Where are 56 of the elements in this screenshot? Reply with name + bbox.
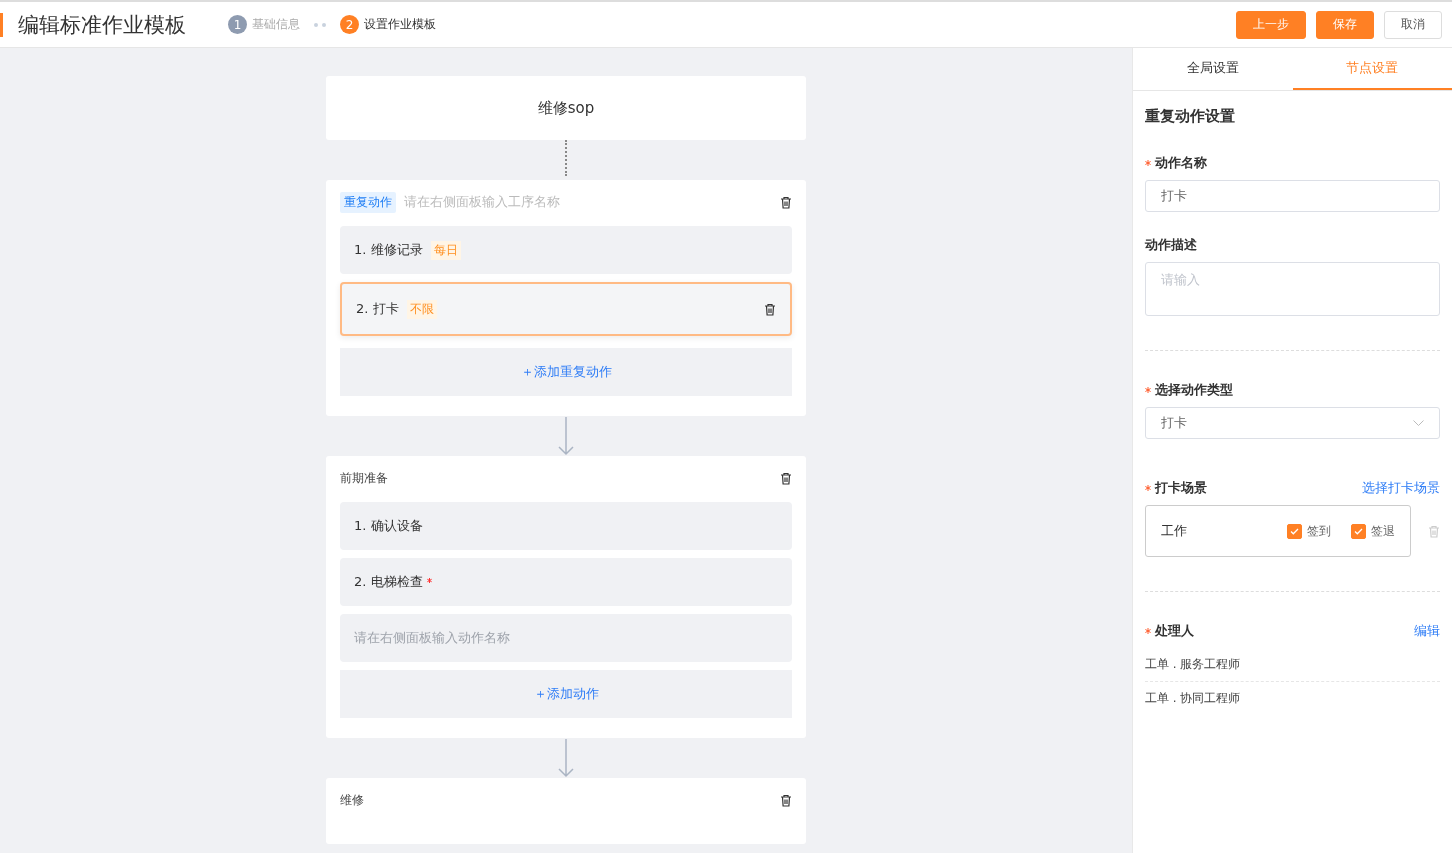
delete-icon[interactable] — [780, 195, 792, 209]
action-item[interactable]: 2. 电梯检查 — [340, 558, 792, 606]
step-number: 1 — [228, 15, 247, 34]
step-label: 设置作业模板 — [364, 16, 436, 33]
field-label: 动作描述 — [1145, 236, 1197, 254]
checkbox-label: 签到 — [1307, 522, 1331, 540]
select-field[interactable]: 打卡 — [1145, 407, 1440, 439]
step-number: 2 — [340, 15, 359, 34]
stage-card[interactable]: 前期准备 1. 确认设备 2. 电梯检查 请在右侧面板输入动作名称 ＋添加动作 — [326, 456, 806, 738]
step-separator — [314, 22, 326, 27]
scene-name: 工作 — [1161, 522, 1188, 540]
link[interactable]: 编辑 — [1414, 622, 1440, 640]
frequency-tag: 不限 — [406, 299, 437, 319]
chevron-down-icon — [1413, 420, 1424, 426]
section-title: 重复动作设置 — [1145, 107, 1236, 126]
start-node[interactable]: 维修sop — [326, 76, 806, 140]
action-label: 请在右侧面板输入动作名称 — [354, 629, 510, 647]
action-item[interactable]: 1. 维修记录 每日 — [340, 226, 792, 274]
checkmark-icon — [1354, 527, 1363, 535]
action-label: 1. 确认设备 — [354, 517, 423, 535]
action-item[interactable]: 1. 确认设备 — [340, 502, 792, 550]
checkbox[interactable] — [1287, 523, 1302, 539]
page-title: 编辑标准作业模板 — [0, 12, 186, 37]
stage-title: 前期准备 — [340, 469, 388, 487]
stage-title-placeholder: 请在右侧面板输入工序名称 — [404, 193, 560, 211]
action-label: 2. 电梯检查 — [354, 573, 423, 591]
field-label: 打卡场景 — [1155, 479, 1207, 497]
field-label: 选择动作类型 — [1155, 381, 1233, 399]
checkmark-icon — [1290, 527, 1299, 535]
add-action-button[interactable]: ＋添加动作 — [340, 670, 792, 718]
stage-card[interactable]: 重复动作 请在右侧面板输入工序名称 1. 维修记录 每日 2. 打卡 不限 ＋添加重复动作 — [326, 180, 806, 416]
action-label: 2. 打卡 — [356, 300, 399, 318]
step-label: 基础信息 — [252, 16, 300, 33]
checkbox-label: 签退 — [1371, 522, 1395, 540]
tab[interactable]: 全局设置 — [1133, 48, 1293, 90]
down-arrow — [557, 738, 575, 778]
action-label: 1. 维修记录 — [354, 241, 423, 259]
handler-item: 工单 . 协同工程师 — [1145, 690, 1242, 707]
handler-item: 工单 . 服务工程师 — [1145, 648, 1440, 682]
down-arrow — [557, 416, 575, 456]
frequency-tag: 每日 — [430, 240, 461, 260]
add-action-button[interactable]: ＋添加重复动作 — [340, 348, 792, 396]
field-label: 处理人 — [1155, 622, 1194, 640]
input-field[interactable]: 打卡 — [1145, 180, 1440, 212]
stage-tag: 重复动作 — [340, 191, 396, 213]
field-label: 动作名称 — [1155, 154, 1207, 172]
checkbox[interactable] — [1351, 523, 1366, 539]
stage-card[interactable]: 维修 — [326, 778, 806, 844]
dotted-connector — [565, 140, 567, 176]
link[interactable]: 选择打卡场景 — [1362, 479, 1440, 497]
delete-icon[interactable] — [780, 471, 792, 485]
button[interactable]: 取消 — [1384, 10, 1442, 39]
action-item[interactable]: 2. 打卡 不限 — [340, 282, 792, 336]
delete-icon[interactable] — [764, 302, 776, 316]
stage-title: 维修 — [340, 791, 364, 809]
delete-icon[interactable] — [780, 793, 792, 807]
